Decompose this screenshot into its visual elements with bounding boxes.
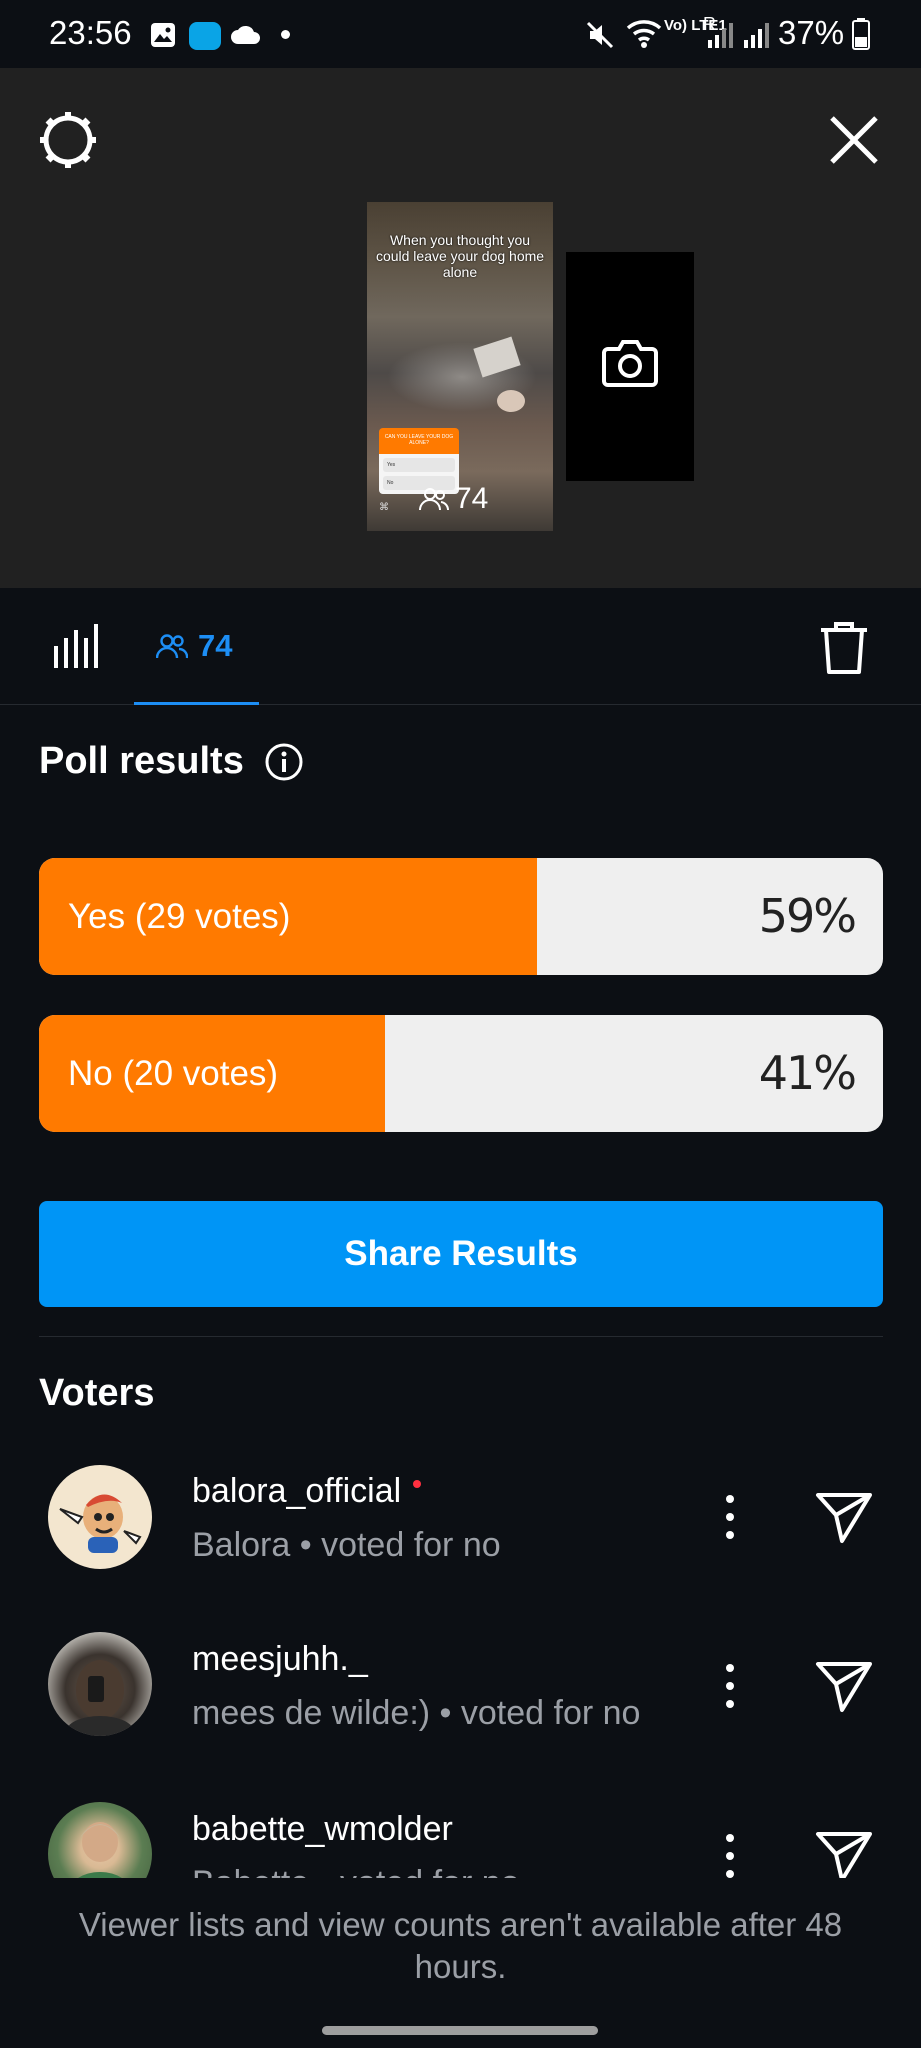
status-time: 23:56 <box>49 14 132 51</box>
home-indicator[interactable] <box>322 2026 598 2035</box>
voter-username[interactable]: babette_wmolder <box>192 1810 453 1849</box>
thumb-photo-detail <box>497 390 525 412</box>
story-preview-area: When you thought you could leave your do… <box>0 68 921 656</box>
poll-results-header: Poll results <box>39 740 304 783</box>
poll-option-yes: Yes (29 votes) 59% <box>39 858 883 975</box>
avatar-photo <box>66 1660 134 1736</box>
more-icon[interactable] <box>712 1487 748 1547</box>
tab-viewers-count: 74 <box>198 628 233 663</box>
voter-username[interactable]: balora_official <box>192 1472 422 1511</box>
footer: Viewer lists and view counts aren't avai… <box>0 1878 921 2048</box>
footer-note: Viewer lists and view counts aren't avai… <box>78 1906 843 1985</box>
battery-percent: 37% <box>778 14 845 51</box>
avatar-photo <box>78 1822 122 1878</box>
send-icon[interactable] <box>814 1828 874 1878</box>
avatar[interactable] <box>48 1802 152 1878</box>
new-story-dot <box>413 1480 422 1488</box>
voter-meta: mees de wilde:) • voted for no <box>192 1694 641 1732</box>
poll-option-label: No (20 votes) <box>68 1054 279 1093</box>
voter-meta: Babette • voted for no <box>192 1858 672 1878</box>
trash-icon[interactable] <box>818 620 870 676</box>
voters-title: Voters <box>39 1372 155 1414</box>
divider <box>39 1336 883 1337</box>
story-viewer-count-value: 74 <box>455 482 489 515</box>
avatar[interactable] <box>48 1465 152 1569</box>
status-bar: 23:56 Vo) LTE1 R 37% <box>0 0 921 68</box>
signal-icon-1 <box>708 23 733 48</box>
info-icon[interactable] <box>264 742 304 782</box>
voter-meta: Balora • voted for no <box>192 1526 501 1564</box>
mini-poll-option: Yes <box>383 458 455 472</box>
poll-option-no: No (20 votes) 41% <box>39 1015 883 1132</box>
story-caption: When you thought you could leave your do… <box>375 232 545 280</box>
add-story-camera-tile[interactable] <box>566 252 694 481</box>
mini-poll-question: CAN YOU LEAVE YOUR DOG ALONE? <box>379 428 459 454</box>
share-results-button[interactable]: Share Results <box>39 1201 883 1307</box>
mute-icon <box>586 21 614 49</box>
viewers-icon <box>419 488 449 511</box>
poll-option-label: Yes (29 votes) <box>68 897 291 936</box>
poll-results-title: Poll results <box>39 740 244 782</box>
story-viewer-count: 74 <box>419 482 488 516</box>
poll-option-percent: 41% <box>758 1046 857 1100</box>
stats-icon[interactable] <box>52 624 98 670</box>
app-notification-icon <box>189 22 221 50</box>
poll-option-percent: 59% <box>758 889 857 943</box>
wifi-icon <box>626 20 662 48</box>
close-icon[interactable] <box>822 108 886 172</box>
voter-username[interactable]: meesjuhh._ <box>192 1640 368 1679</box>
more-icon[interactable] <box>712 1656 748 1716</box>
gear-icon[interactable] <box>36 108 100 172</box>
battery-icon <box>852 18 870 50</box>
voters-list[interactable]: balora_official Balora • voted for no me… <box>0 1440 921 1878</box>
more-notifications-dot <box>281 30 290 39</box>
avatar-illustration <box>59 1494 142 1553</box>
tab-viewers[interactable]: 74 <box>134 588 259 705</box>
insights-tabs: 74 <box>0 588 921 705</box>
more-icon[interactable] <box>712 1826 748 1878</box>
send-icon[interactable] <box>814 1489 874 1545</box>
gallery-icon <box>151 23 175 47</box>
avatar[interactable] <box>48 1632 152 1736</box>
send-icon[interactable] <box>814 1658 874 1714</box>
story-thumbnail[interactable]: When you thought you could leave your do… <box>367 202 553 531</box>
cloud-icon <box>231 25 260 44</box>
signal-icon-2 <box>744 23 769 48</box>
app-logo-icon: ⌘ <box>379 502 389 513</box>
viewers-icon <box>156 634 188 659</box>
camera-icon <box>602 340 658 387</box>
